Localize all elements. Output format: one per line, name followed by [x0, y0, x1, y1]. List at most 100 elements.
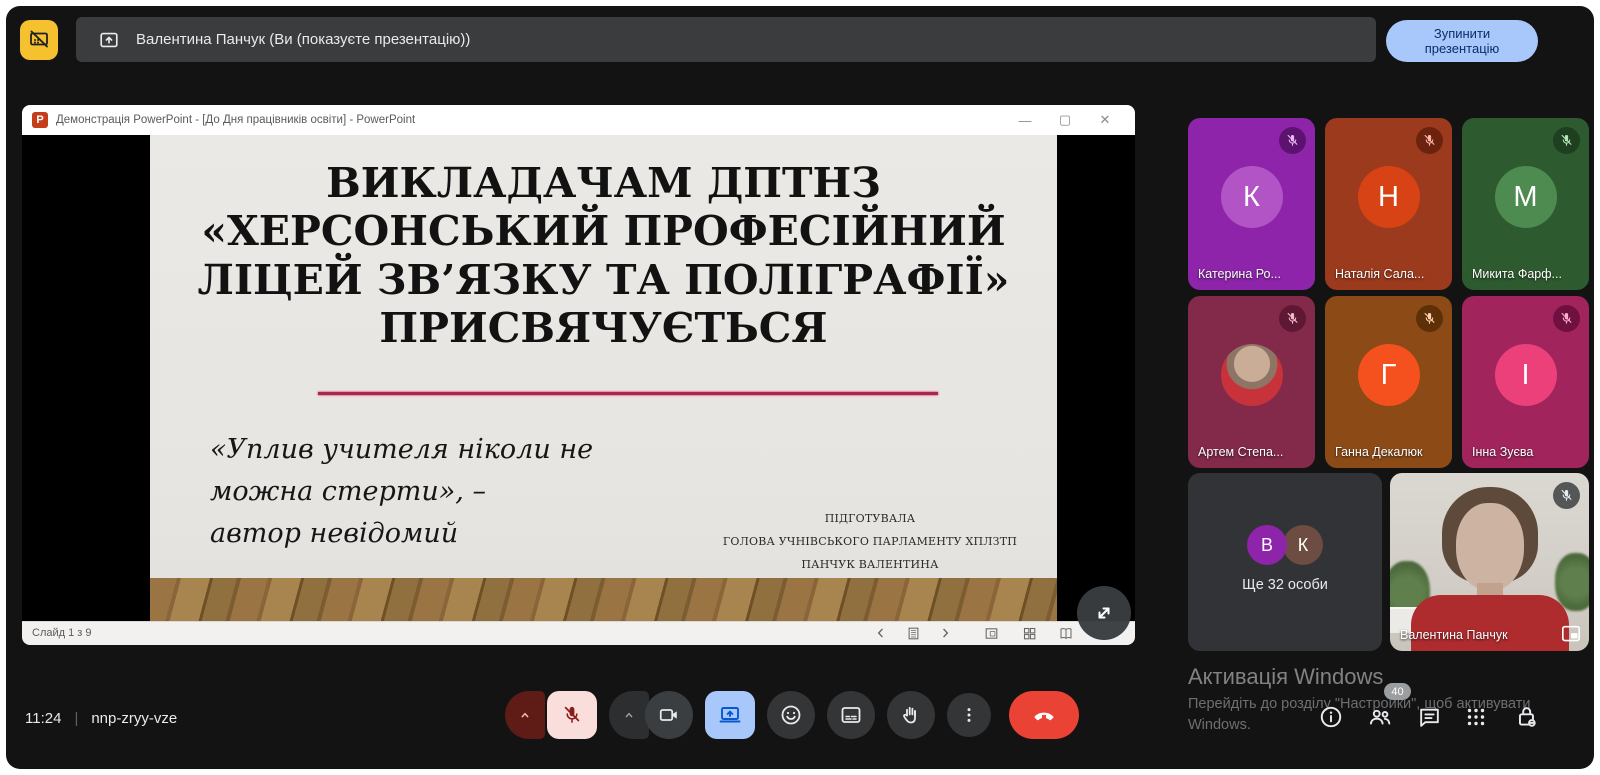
slashed-screen-icon: [30, 30, 48, 48]
slide-accent-line: [318, 392, 938, 395]
normal-view-button[interactable]: [984, 626, 999, 641]
participant-name: Артем Степа...: [1198, 445, 1284, 459]
camera-toggle-button[interactable]: [645, 691, 693, 739]
credits-line: ПІДГОТУВАЛА: [824, 512, 916, 525]
raise-hand-icon: [903, 706, 916, 724]
overflow-participants-tile[interactable]: В К Ще 32 особи: [1188, 473, 1382, 651]
mic-off-icon: [1279, 305, 1306, 332]
chevron-up-icon: [625, 712, 633, 718]
info-icon: [1320, 706, 1342, 728]
participant-name: Наталія Сала...: [1335, 267, 1425, 281]
avatar: К: [1283, 525, 1323, 565]
participant-name: Валентина Панчук: [1400, 628, 1508, 642]
slide-counter: Слайд 1 з 9: [32, 627, 92, 639]
participant-name: Інна Зуєва: [1472, 445, 1534, 459]
stop-presentation-button[interactable]: Зупинити презентацію: [1386, 20, 1538, 62]
participant-tile[interactable]: І Інна Зуєва: [1462, 296, 1589, 468]
participant-name: Микита Фарф...: [1472, 267, 1562, 281]
screen-share-button[interactable]: [705, 691, 755, 739]
avatar-photo: [1220, 344, 1283, 406]
previous-slide-button[interactable]: [874, 626, 888, 640]
reactions-button[interactable]: [767, 691, 815, 739]
meeting-code: nnp-zryy-vze: [91, 709, 178, 727]
pip-icon: [1562, 625, 1580, 642]
fullscreen-button[interactable]: [1077, 586, 1131, 640]
chevron-up-icon: [521, 712, 529, 718]
show-participants-button[interactable]: [1367, 704, 1393, 730]
fullscreen-icon: [1098, 607, 1110, 619]
divider: |: [74, 709, 79, 727]
slide-credits: ПІДГОТУВАЛА ГОЛОВА УЧНІВСЬКОГО ПАРЛАМЕНТ…: [715, 507, 1025, 576]
avatar: М: [1494, 166, 1557, 228]
participant-tile[interactable]: К Катерина Ро...: [1188, 118, 1315, 290]
avatar: І: [1494, 344, 1557, 406]
presenter-status-bar: Валентина Панчук (Ви (показуєте презента…: [76, 17, 1376, 62]
raise-hand-button[interactable]: [887, 691, 935, 739]
maximize-button[interactable]: ▢: [1045, 105, 1085, 135]
mic-off-icon: [564, 706, 580, 723]
participant-name: Катерина Ро...: [1198, 267, 1281, 281]
participant-tile[interactable]: Артем Степа...: [1188, 296, 1315, 468]
mic-off-icon: [1279, 127, 1306, 154]
reading-view-button[interactable]: [1058, 626, 1074, 641]
end-call-icon: [1034, 712, 1054, 721]
overflow-avatars: В К: [1247, 525, 1323, 565]
powerpoint-titlebar: P Демонстрація PowerPoint - [До Дня прац…: [22, 105, 1135, 135]
close-button[interactable]: ✕: [1085, 105, 1125, 135]
more-options-icon: [967, 708, 971, 722]
more-options-button[interactable]: [947, 693, 991, 737]
participant-tile[interactable]: М Микита Фарф...: [1462, 118, 1589, 290]
participant-tile[interactable]: Г Ганна Декалюк: [1325, 296, 1452, 468]
windows-activation-title: Активація Windows: [1188, 664, 1384, 689]
windows-activation-line: Windows.: [1188, 717, 1251, 734]
shared-screen-powerpoint: P Демонстрація PowerPoint - [До Дня прац…: [22, 105, 1135, 645]
mic-options-button[interactable]: [505, 691, 545, 739]
participant-count-badge: 40: [1384, 683, 1411, 700]
participant-tile[interactable]: Н Наталія Сала...: [1325, 118, 1452, 290]
meeting-details-button[interactable]: [1318, 704, 1344, 730]
apps-icon: [1467, 708, 1485, 726]
self-video-shirt: [1410, 595, 1569, 651]
screen-share-icon: [719, 707, 741, 723]
activities-button[interactable]: [1464, 704, 1490, 730]
slide-sorter-button[interactable]: [1022, 626, 1037, 641]
meeting-info: 11:24 | nnp-zryy-vze: [25, 705, 177, 731]
chat-button[interactable]: [1417, 704, 1443, 730]
mic-off-icon: [1553, 482, 1580, 509]
camera-options-button[interactable]: [609, 691, 649, 739]
chat-icon: [1420, 708, 1439, 727]
avatar: Г: [1357, 344, 1420, 406]
camera-control-group: [609, 691, 693, 739]
people-icon: [1369, 709, 1391, 725]
self-video-face: [1455, 503, 1524, 591]
host-controls-button[interactable]: [1514, 704, 1540, 730]
credits-line: ГОЛОВА УЧНІВСЬКОГО ПАРЛАМЕНТУ ХПЛЗТП: [722, 535, 1018, 549]
mic-toggle-button[interactable]: [547, 691, 597, 739]
presentation-hidden-icon: [20, 20, 58, 60]
credits-line: ПАНЧУК ВАЛЕНТИНА: [801, 558, 939, 572]
end-call-button[interactable]: [1009, 691, 1079, 739]
reactions-icon: [781, 705, 801, 725]
meet-window: Валентина Панчук (Ви (показуєте презента…: [6, 6, 1594, 769]
participant-name: Ганна Декалюк: [1335, 445, 1423, 459]
mic-off-icon: [1553, 127, 1580, 154]
mic-control-group: [505, 691, 597, 739]
pip-button[interactable]: [1561, 625, 1581, 643]
present-screen-icon: [98, 29, 120, 51]
captions-button[interactable]: [827, 691, 875, 739]
minimize-button[interactable]: —: [1005, 105, 1045, 135]
slide-wood-floor: [150, 578, 1057, 621]
slide-quote: «Уплив учителя ніколи не можна стерти», …: [210, 434, 594, 549]
self-video-tile[interactable]: Валентина Панчук: [1390, 473, 1589, 651]
mic-off-icon: [1416, 127, 1443, 154]
avatar: В: [1247, 525, 1287, 565]
next-slide-button[interactable]: [938, 626, 952, 640]
overflow-count-label: Ще 32 особи: [1242, 577, 1328, 593]
clock: 11:24: [25, 709, 62, 727]
mic-off-icon: [1553, 305, 1580, 332]
mic-off-icon: [1416, 305, 1443, 332]
slide-menu-button[interactable]: [906, 626, 921, 641]
background-plant: [1555, 553, 1589, 611]
slide-canvas: ВИКЛАДАЧАМ ДПТНЗ «ХЕРСОНСЬКИЙ ПРОФЕСІЙНИ…: [150, 135, 1057, 621]
call-controls: [505, 691, 1079, 739]
